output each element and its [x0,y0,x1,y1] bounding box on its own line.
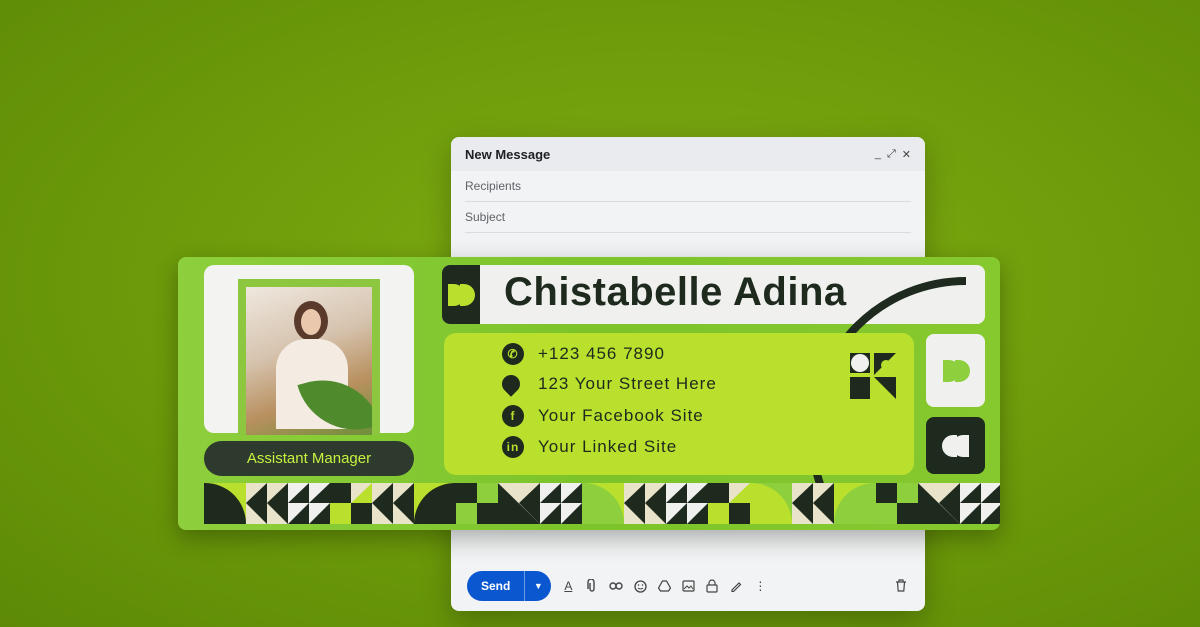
subject-field[interactable]: Subject [465,202,911,233]
play-forward-icon [442,265,480,324]
send-button-group: Send ▼ [467,571,552,601]
recipients-field[interactable]: Recipients [465,171,911,202]
job-title-badge: Assistant Manager [204,441,414,476]
compose-title: New Message [465,146,551,162]
contact-panel: ✆ +123 456 7890 123 Your Street Here f Y… [444,333,914,475]
contact-phone-text: +123 456 7890 [538,344,665,363]
full-name: Chistabelle Adina [504,270,847,314]
send-button[interactable]: Send [467,571,524,601]
location-icon [498,371,524,397]
contact-address[interactable]: 123 Your Street Here [498,371,717,397]
close-icon[interactable]: ✕ [902,148,911,161]
discard-trash-icon[interactable] [895,579,907,595]
profile-photo [246,287,372,435]
contact-linkedin[interactable]: in Your Linked Site [502,436,677,458]
pattern-tile [498,483,540,524]
whatsapp-icon: ✆ [502,343,524,365]
forward-button-icon[interactable] [926,334,985,407]
link-icon[interactable] [609,579,624,593]
pattern-tile [666,483,708,524]
pattern-tile [834,483,876,524]
contact-facebook-text: Your Facebook Site [538,406,704,425]
contact-address-text: 123 Your Street Here [538,374,717,393]
emoji-icon[interactable] [633,579,647,593]
facebook-icon: f [502,405,524,427]
more-options-icon[interactable]: ⋮ [753,579,767,593]
formatting-icon[interactable]: A [561,579,575,593]
photo-frame [204,265,414,435]
compose-header: New Message _ ⤢ ✕ [451,137,925,171]
pattern-tile [372,483,414,524]
pattern-tile [708,483,750,524]
compose-toolbar: Send ▼ A ⋮ [451,561,925,611]
contact-phone[interactable]: ✆ +123 456 7890 [502,343,665,365]
pattern-tile [204,483,246,524]
contact-linkedin-text: Your Linked Site [538,437,678,456]
send-options-chevron-icon[interactable]: ▼ [524,571,551,601]
pattern-tile [246,483,288,524]
email-signature-card: Assistant Manager Chistabelle Adina ✆ +1… [178,257,1000,530]
photo-face [301,309,321,335]
pattern-tile [624,483,666,524]
pattern-tile [288,483,330,524]
recipients-placeholder: Recipients [465,179,522,193]
pattern-tile [792,483,834,524]
linkedin-icon: in [502,436,524,458]
confidential-icon[interactable] [705,579,719,593]
image-icon[interactable] [681,579,695,593]
minimize-icon[interactable]: _ [875,148,881,161]
pattern-tile [876,483,918,524]
pattern-tile [456,483,498,524]
signature-pen-icon[interactable] [729,579,743,593]
pattern-tile [540,483,582,524]
pattern-tile [414,483,456,524]
contact-facebook[interactable]: f Your Facebook Site [502,405,704,427]
pattern-tile [582,483,624,524]
attach-icon[interactable] [585,579,599,593]
brand-logo-icon [850,353,896,399]
back-button-icon[interactable] [926,417,985,474]
drive-icon[interactable] [657,579,671,593]
geometric-pattern-strip [204,483,1000,524]
photo-border [238,279,380,435]
expand-icon[interactable]: ⤢ [887,148,896,161]
subject-placeholder: Subject [465,210,506,224]
pattern-tile [918,483,960,524]
pattern-tile [960,483,1000,524]
window-controls: _ ⤢ ✕ [875,148,911,161]
pattern-tile [330,483,372,524]
pattern-tile [750,483,792,524]
